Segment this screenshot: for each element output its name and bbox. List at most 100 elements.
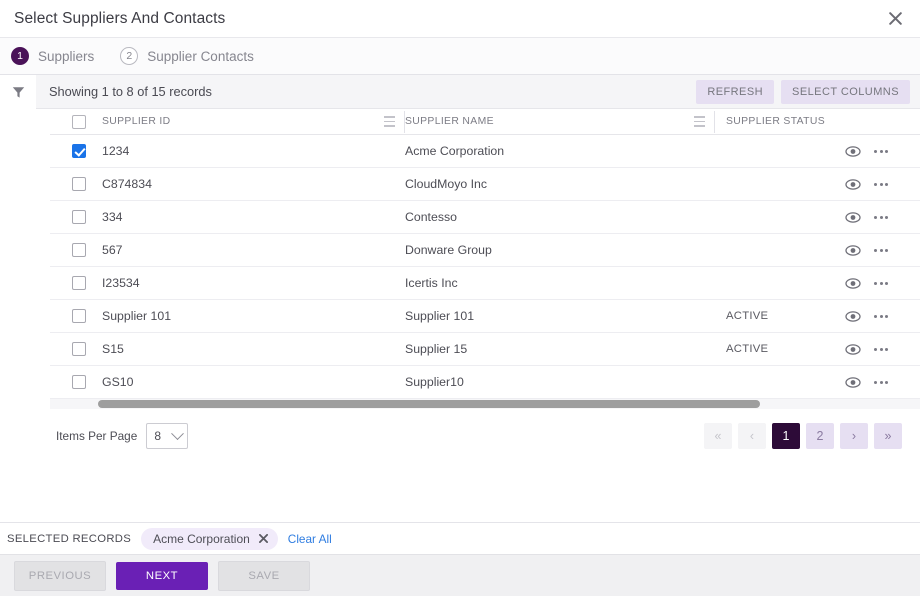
filter-icon[interactable] <box>0 75 36 109</box>
cell-text: Contesso <box>405 210 457 224</box>
records-count-text: Showing 1 to 8 of 15 records <box>49 84 212 99</box>
cell-text: Supplier 101 <box>102 309 172 323</box>
column-menu-icon[interactable] <box>694 116 705 127</box>
more-options-icon[interactable] <box>874 149 888 153</box>
eye-icon[interactable] <box>845 145 861 157</box>
horizontal-scrollbar[interactable] <box>50 399 920 409</box>
row-checkbox[interactable] <box>72 177 86 191</box>
next-button[interactable]: NEXT <box>116 561 208 590</box>
more-options-icon[interactable] <box>874 380 888 384</box>
chip-label: Acme Corporation <box>153 531 250 546</box>
row-actions <box>845 310 920 322</box>
cell-text: I23534 <box>102 276 140 290</box>
table-row[interactable]: Supplier 101 Supplier 101 ACTIVE <box>50 300 920 333</box>
refresh-button[interactable]: REFRESH <box>696 79 775 104</box>
column-tools <box>694 110 715 133</box>
column-header-supplier-status[interactable]: SUPPLIER STATUS <box>715 116 845 127</box>
cell-supplier-id: Supplier 101 <box>102 309 405 323</box>
cell-supplier-name: CloudMoyo Inc <box>405 177 715 191</box>
row-checkbox[interactable] <box>72 375 86 389</box>
more-options-icon[interactable] <box>874 314 888 318</box>
eye-icon[interactable] <box>845 211 861 223</box>
cell-text: GS10 <box>102 375 134 389</box>
cell-text: 334 <box>102 210 123 224</box>
row-checkbox[interactable] <box>72 210 86 224</box>
chip-remove-icon[interactable] <box>258 534 268 543</box>
row-checkbox[interactable] <box>72 309 86 323</box>
cell-supplier-name: Acme Corporation <box>405 144 715 158</box>
select-columns-button[interactable]: SELECT COLUMNS <box>781 79 910 104</box>
more-options-icon[interactable] <box>874 248 888 252</box>
step-number: 2 <box>120 47 139 65</box>
dialog-footer: PREVIOUS NEXT SAVE <box>0 554 920 596</box>
pager: « ‹ 1 2 › » <box>704 423 902 449</box>
cell-text: Supplier 101 <box>405 309 475 323</box>
step-supplier-contacts[interactable]: 2 Supplier Contacts <box>120 47 254 65</box>
pagination-page-1[interactable]: 1 <box>772 423 800 449</box>
clear-all-link[interactable]: Clear All <box>288 532 332 546</box>
row-actions <box>845 277 920 289</box>
row-actions <box>845 244 920 256</box>
table-row[interactable]: 567 Donware Group <box>50 234 920 267</box>
step-label: Suppliers <box>38 48 95 64</box>
close-icon[interactable] <box>882 6 908 32</box>
cell-text: Supplier10 <box>405 375 464 389</box>
row-select-cell <box>50 177 102 191</box>
selected-record-chip[interactable]: Acme Corporation <box>141 527 278 550</box>
dialog-titlebar: Select Suppliers And Contacts <box>0 0 920 37</box>
previous-button[interactable]: PREVIOUS <box>14 560 106 591</box>
cell-text: S15 <box>102 342 124 356</box>
items-per-page-select[interactable]: 8 <box>146 423 189 449</box>
pagination-prev-button[interactable]: ‹ <box>738 423 766 449</box>
cell-supplier-name: Supplier 101 <box>405 309 715 323</box>
step-suppliers[interactable]: 1 Suppliers <box>11 47 94 65</box>
cell-supplier-status: ACTIVE <box>715 343 845 355</box>
column-header-supplier-id[interactable]: SUPPLIER ID <box>102 110 405 133</box>
eye-icon[interactable] <box>845 178 861 190</box>
eye-icon[interactable] <box>845 244 861 256</box>
row-checkbox[interactable] <box>72 342 86 356</box>
cell-supplier-id: 567 <box>102 243 405 257</box>
pagination-next-button[interactable]: › <box>840 423 868 449</box>
more-options-icon[interactable] <box>874 215 888 219</box>
table-row[interactable]: C874834 CloudMoyo Inc <box>50 168 920 201</box>
save-button[interactable]: SAVE <box>218 560 310 591</box>
column-menu-icon[interactable] <box>384 116 395 127</box>
table-body-wrap: SUPPLIER ID SUPPLIER NAME SUPPLIER STATU… <box>0 109 920 399</box>
more-options-icon[interactable] <box>874 347 888 351</box>
cell-text: ACTIVE <box>726 310 769 322</box>
more-options-icon[interactable] <box>874 281 888 285</box>
row-actions <box>845 145 920 157</box>
row-checkbox[interactable] <box>72 243 86 257</box>
table-row[interactable]: I23534 Icertis Inc <box>50 267 920 300</box>
row-actions <box>845 211 920 223</box>
pagination-last-button[interactable]: » <box>874 423 902 449</box>
row-checkbox[interactable] <box>72 276 86 290</box>
cell-supplier-id: S15 <box>102 342 405 356</box>
cell-text: 567 <box>102 243 123 257</box>
step-navigation: 1 Suppliers 2 Supplier Contacts <box>0 37 920 75</box>
table-row[interactable]: S15 Supplier 15 ACTIVE <box>50 333 920 366</box>
more-options-icon[interactable] <box>874 182 888 186</box>
eye-icon[interactable] <box>845 343 861 355</box>
cell-text: C874834 <box>102 177 152 191</box>
table-row[interactable]: 1234 Acme Corporation <box>50 135 920 168</box>
cell-supplier-status: ACTIVE <box>715 310 845 322</box>
column-header-supplier-name[interactable]: SUPPLIER NAME <box>405 110 715 133</box>
pagination-first-button[interactable]: « <box>704 423 732 449</box>
cell-supplier-name: Icertis Inc <box>405 276 715 290</box>
scrollbar-thumb[interactable] <box>98 400 760 408</box>
cell-text: Supplier 15 <box>405 342 468 356</box>
cell-text: Icertis Inc <box>405 276 458 290</box>
eye-icon[interactable] <box>845 376 861 388</box>
eye-icon[interactable] <box>845 277 861 289</box>
select-all-checkbox[interactable] <box>72 114 86 129</box>
table-row[interactable]: GS10 Supplier10 <box>50 366 920 399</box>
table-row[interactable]: 334 Contesso <box>50 201 920 234</box>
cell-supplier-name: Supplier10 <box>405 375 715 389</box>
pagination-page-2[interactable]: 2 <box>806 423 834 449</box>
eye-icon[interactable] <box>845 310 861 322</box>
row-checkbox[interactable] <box>72 144 86 158</box>
row-select-cell <box>50 144 102 158</box>
chevron-down-icon <box>171 426 185 440</box>
